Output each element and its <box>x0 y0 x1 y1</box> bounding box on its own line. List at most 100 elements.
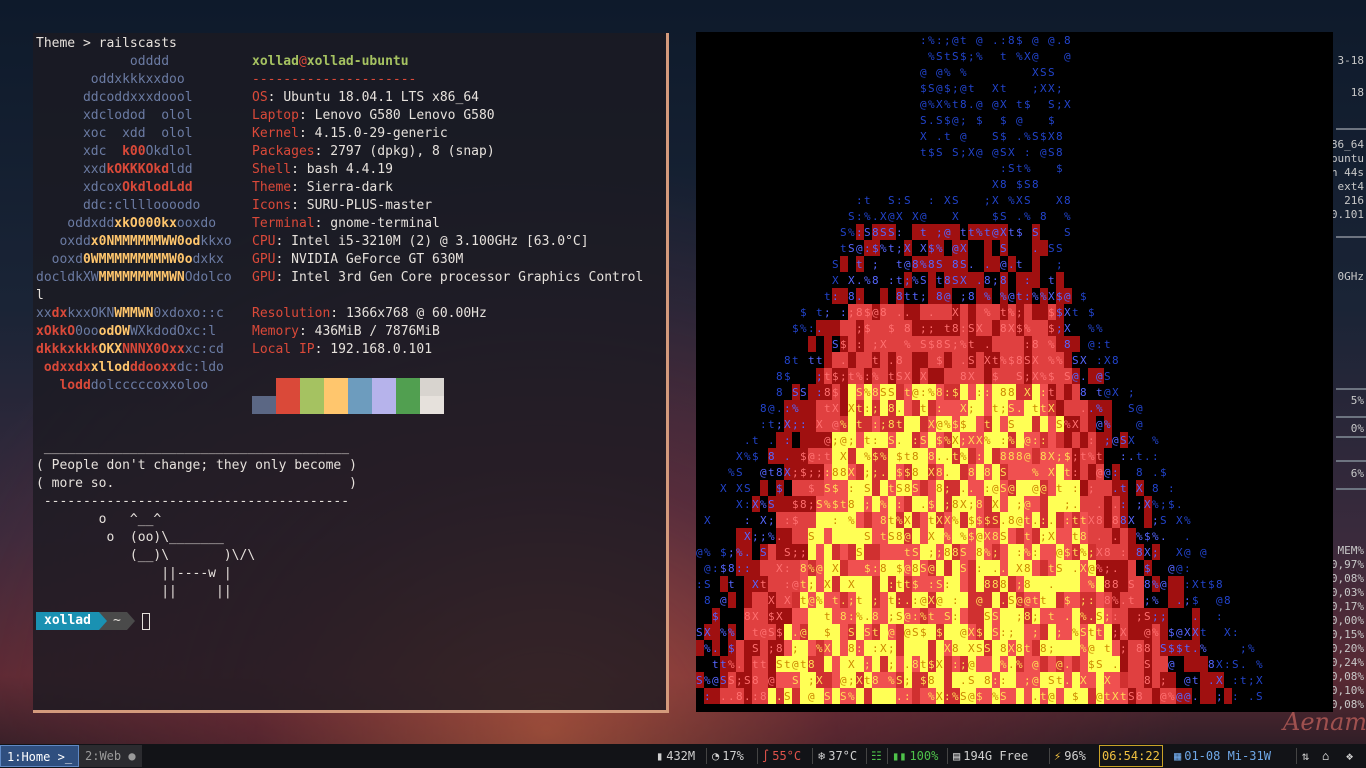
svg-text:%: % <box>1048 354 1055 367</box>
svg-text:X: X <box>984 530 991 543</box>
svg-text:S: S <box>912 626 919 639</box>
svg-text::: : <box>1040 434 1047 447</box>
svg-text:t: t <box>888 594 895 607</box>
terminal-window[interactable]: Theme > railscasts odddd oddxkkkxxdoo dd… <box>33 33 669 713</box>
svg-text:8: 8 <box>960 370 967 383</box>
palette-swatch <box>420 396 444 414</box>
svg-text:;: ; <box>1104 434 1111 447</box>
svg-text:%: % <box>984 290 991 303</box>
svg-text:@: @ <box>936 66 943 79</box>
svg-text:S: S <box>1072 354 1079 367</box>
svg-text:t: t <box>856 418 863 431</box>
svg-text:8: 8 <box>880 306 887 319</box>
conky-line: 0,10% <box>1333 684 1364 697</box>
clock[interactable]: 06:54:22 <box>1099 745 1163 767</box>
workspace-home[interactable]: 1:Home >_ <box>0 745 80 767</box>
svg-text:t: t <box>1184 642 1191 655</box>
svg-text:8: 8 <box>1136 466 1143 479</box>
svg-text:.: . <box>984 338 991 351</box>
svg-text:S: S <box>936 146 943 159</box>
svg-text:@: @ <box>1048 34 1055 47</box>
svg-text::: : <box>816 450 823 463</box>
svg-text:;: ; <box>808 466 815 479</box>
svg-text:;: ; <box>968 50 975 63</box>
svg-text:8: 8 <box>1024 610 1031 623</box>
svg-text:8: 8 <box>800 498 807 511</box>
svg-text:;: ; <box>1024 674 1031 687</box>
text-cursor[interactable] <box>141 612 150 630</box>
svg-text:8: 8 <box>952 258 959 271</box>
svg-text:S: S <box>888 194 895 207</box>
shell-prompt[interactable]: xollad ~ <box>36 612 150 630</box>
tray-sync-icon[interactable]: ⇅ <box>1302 744 1309 768</box>
svg-text:X: X <box>968 434 975 447</box>
svg-text:S: S <box>1000 146 1007 159</box>
svg-text:t: t <box>984 226 991 239</box>
conky-line: 18 <box>1350 86 1364 99</box>
svg-text::: : <box>784 434 791 447</box>
svg-text:S: S <box>1024 194 1031 207</box>
svg-text::: : <box>1000 626 1007 639</box>
gauge-icon: ◔ <box>712 749 720 763</box>
svg-text:.: . <box>1016 402 1023 415</box>
svg-text:t: t <box>832 594 839 607</box>
svg-text:X: X <box>912 210 919 223</box>
svg-text:$: $ <box>888 322 895 335</box>
svg-text:$: $ <box>800 466 807 479</box>
svg-text:8: 8 <box>872 610 879 623</box>
svg-text:;: ; <box>1056 450 1063 463</box>
svg-text:.: . <box>1016 210 1023 223</box>
svg-text:$: $ <box>1016 322 1023 335</box>
svg-text:%: % <box>1136 530 1143 543</box>
ascii-fire-window[interactable]: :%:; @ t @.:8 $ @ @. 8% St S $;% t% X @ @ @ @%% X S S $ S @ $; @… <box>696 32 1333 712</box>
theme-title-line: Theme > railscasts <box>36 36 177 51</box>
svg-text:8: 8 <box>800 562 807 575</box>
svg-text:@: @ <box>1104 386 1111 399</box>
svg-text:t: t <box>1120 690 1127 703</box>
svg-text:X: X <box>904 242 911 255</box>
info-row: CPU: Intel i5-3210M (2) @ 3.100GHz [63.0… <box>252 234 589 249</box>
svg-text:t: t <box>712 658 719 671</box>
svg-text:.: . <box>1248 690 1255 703</box>
date-status[interactable]: ▦ 01-08 Mi-31W <box>1174 744 1271 768</box>
svg-text:.: . <box>816 322 823 335</box>
svg-text:%: % <box>1104 418 1111 431</box>
svg-text:%: % <box>928 34 935 47</box>
svg-text:%: % <box>1040 290 1047 303</box>
svg-text:8: 8 <box>744 610 751 623</box>
svg-text:8: 8 <box>1040 210 1047 223</box>
svg-text:t: t <box>904 386 911 399</box>
svg-text:X: X <box>1032 66 1039 79</box>
svg-text:@: @ <box>960 626 967 639</box>
svg-text:@: @ <box>1056 546 1063 559</box>
tray-dropbox-icon[interactable]: ❖ <box>1346 744 1353 768</box>
svg-text:8: 8 <box>896 354 903 367</box>
tray-network-icon[interactable]: ⌂ <box>1322 744 1329 768</box>
svg-text:@: @ <box>936 82 943 95</box>
workspace-web[interactable]: 2:Web ● <box>79 745 142 767</box>
svg-text:t: t <box>872 626 879 639</box>
conky-line: 5% <box>1350 394 1364 407</box>
svg-text:t: t <box>1048 610 1055 623</box>
svg-text:X: X <box>1016 194 1023 207</box>
info-rule: --------------------- <box>252 72 417 87</box>
svg-text:t: t <box>1024 514 1031 527</box>
svg-text:$: $ <box>1088 658 1095 671</box>
memory-status: ▮ 432M <box>656 744 695 768</box>
svg-text:.: . <box>1000 514 1007 527</box>
svg-text:8: 8 <box>1016 450 1023 463</box>
svg-text:8: 8 <box>784 354 791 367</box>
svg-text:S: S <box>944 610 951 623</box>
svg-text:;: ; <box>1008 626 1015 639</box>
svg-text:S: S <box>856 386 863 399</box>
svg-text:.: . <box>904 306 911 319</box>
svg-text:;: ; <box>1088 546 1095 559</box>
logo-line: l <box>36 288 44 303</box>
svg-text:t: t <box>1200 578 1207 591</box>
svg-text::: : <box>896 594 903 607</box>
color-palette <box>252 378 444 414</box>
logo-line: xdcoxOkdlodLdd <box>36 180 193 195</box>
svg-text:$: $ <box>784 370 791 383</box>
svg-text:%: % <box>1024 162 1031 175</box>
svg-text:$: $ <box>800 450 807 463</box>
